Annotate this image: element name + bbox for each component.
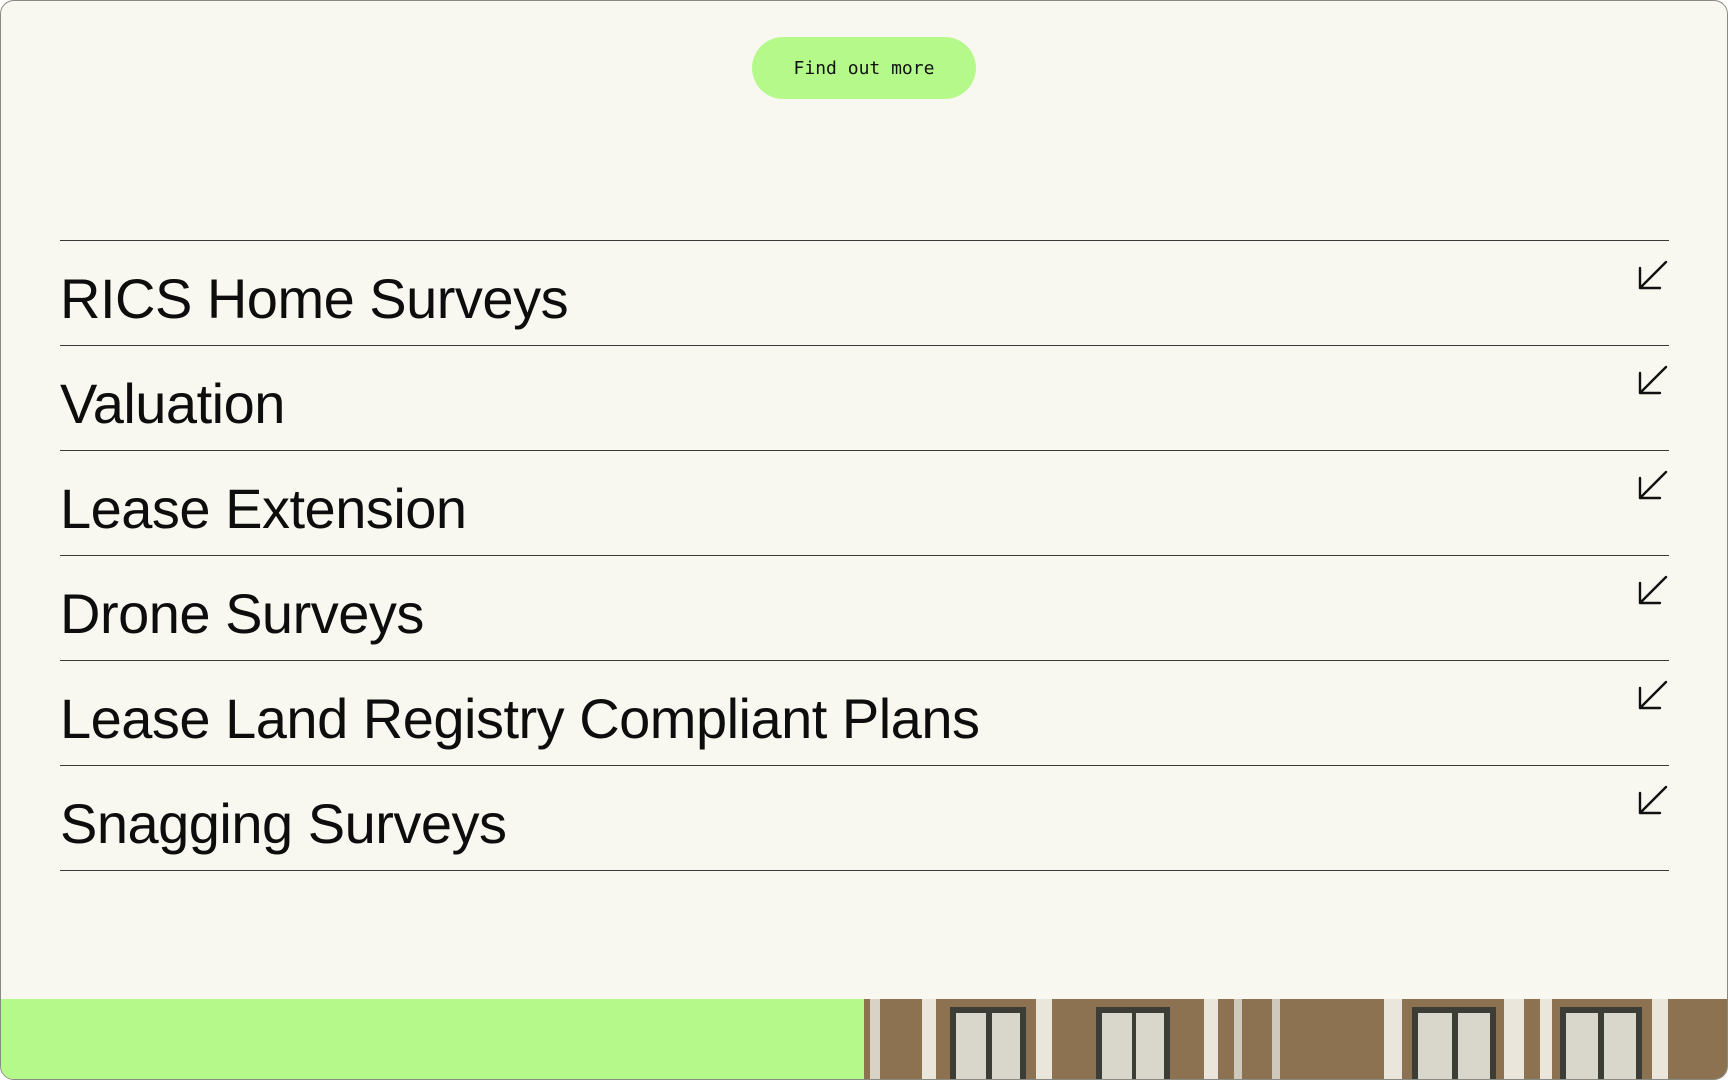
footer-accent-block <box>1 999 864 1079</box>
services-list: RICS Home Surveys Valuation Lease Extens… <box>60 240 1669 871</box>
find-out-more-button[interactable]: Find out more <box>752 37 976 99</box>
service-row-land-registry-plans[interactable]: Lease Land Registry Compliant Plans <box>60 661 1669 766</box>
service-title: Drone Surveys <box>60 582 424 645</box>
service-title: Lease Extension <box>60 477 467 540</box>
arrow-down-left-icon <box>1637 469 1669 501</box>
service-row-rics-home-surveys[interactable]: RICS Home Surveys <box>60 241 1669 346</box>
service-title: RICS Home Surveys <box>60 267 569 330</box>
service-title: Lease Land Registry Compliant Plans <box>60 687 980 750</box>
service-row-drone-surveys[interactable]: Drone Surveys <box>60 556 1669 661</box>
service-row-lease-extension[interactable]: Lease Extension <box>60 451 1669 556</box>
building-facade-image <box>864 999 1727 1079</box>
service-row-valuation[interactable]: Valuation <box>60 346 1669 451</box>
service-title: Snagging Surveys <box>60 792 507 855</box>
footer-band <box>1 999 1727 1079</box>
arrow-down-left-icon <box>1637 259 1669 291</box>
arrow-down-left-icon <box>1637 574 1669 606</box>
arrow-down-left-icon <box>1637 784 1669 816</box>
service-row-snagging-surveys[interactable]: Snagging Surveys <box>60 766 1669 871</box>
arrow-down-left-icon <box>1637 364 1669 396</box>
page-frame: Find out more RICS Home Surveys Valuatio… <box>0 0 1728 1080</box>
arrow-down-left-icon <box>1637 679 1669 711</box>
service-title: Valuation <box>60 372 285 435</box>
